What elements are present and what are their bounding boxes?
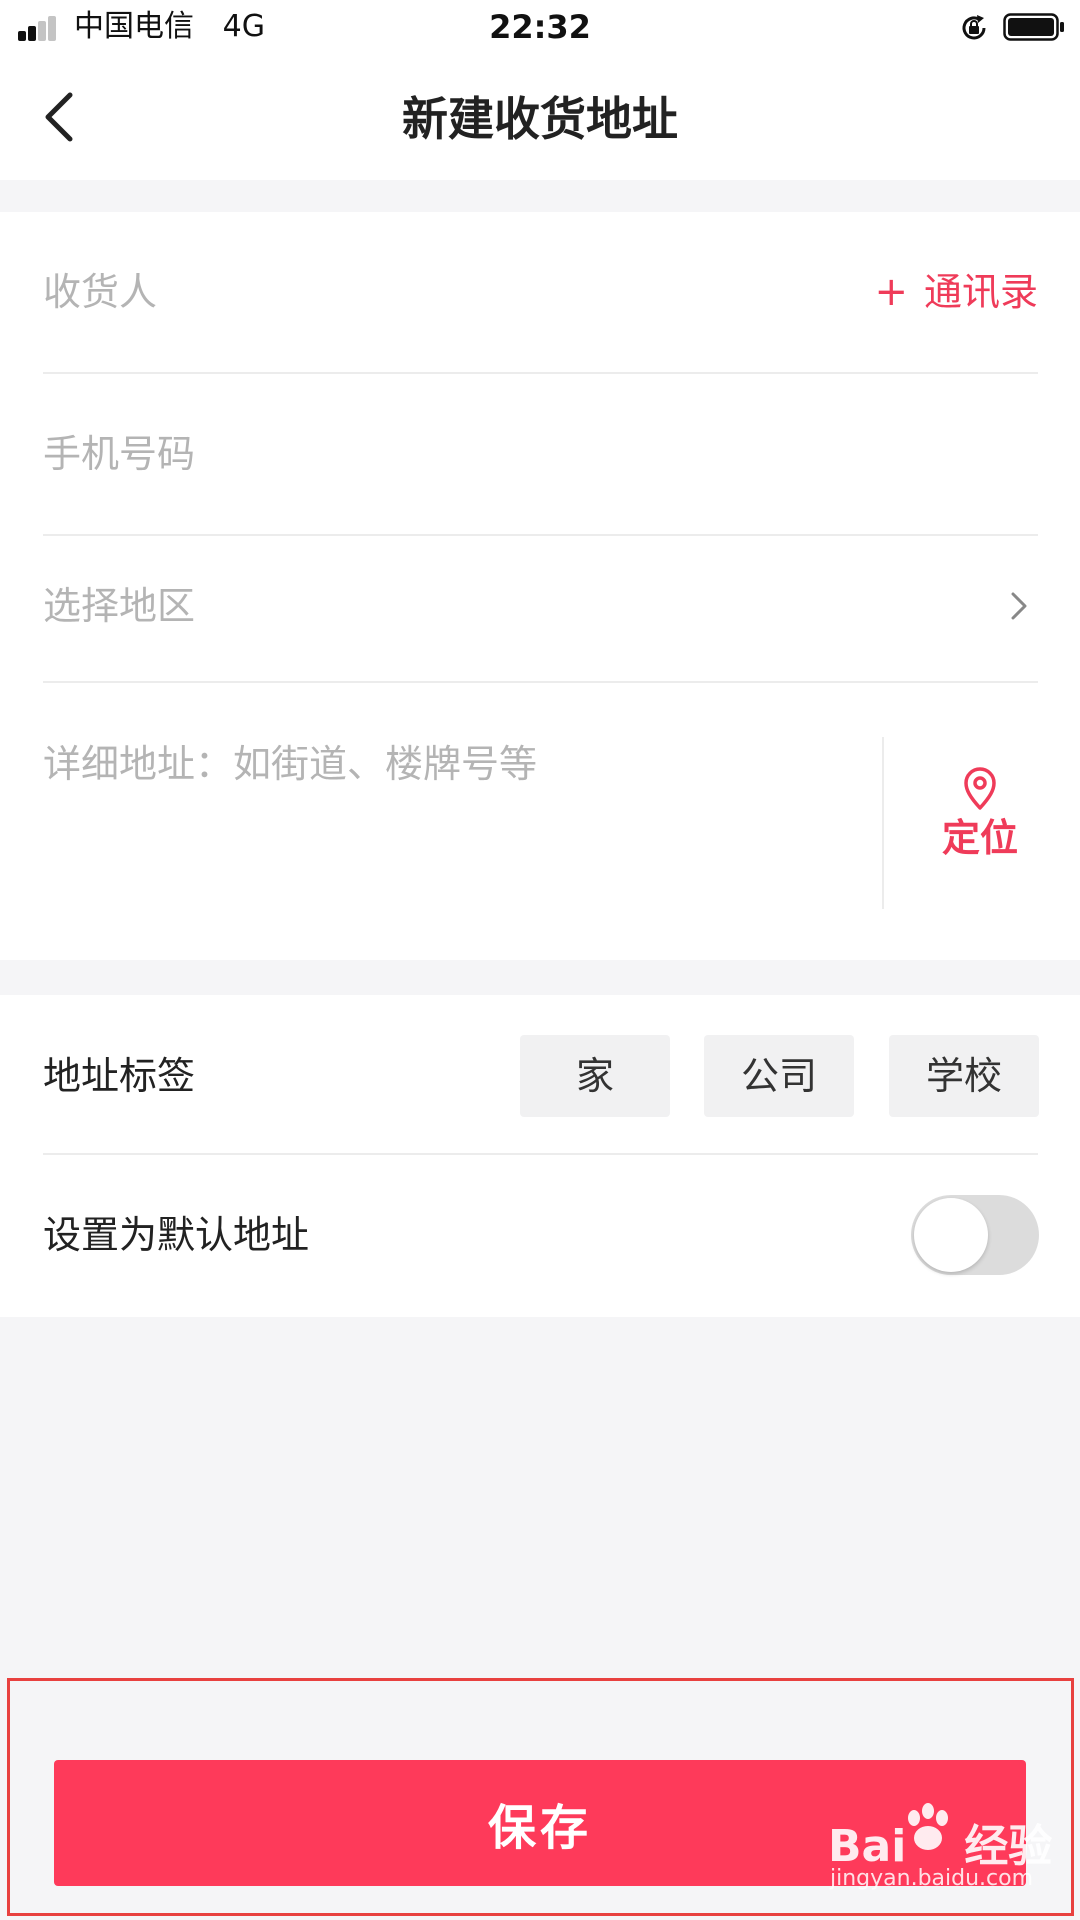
location-pin-icon: [964, 767, 996, 810]
tag-school-button[interactable]: 学校: [889, 1035, 1039, 1117]
watermark-url: jingyan.baidu.com: [830, 1866, 1034, 1891]
divider: [43, 534, 1038, 536]
region-selector[interactable]: 选择地区: [43, 576, 1038, 636]
phone-row: [43, 424, 1038, 484]
status-time: 22:32: [489, 8, 591, 46]
default-address-label: 设置为默认地址: [43, 1213, 310, 1257]
contacts-label: 通讯录: [923, 270, 1038, 314]
locate-label: 定位: [941, 816, 1018, 860]
address-tag-label: 地址标签: [43, 1054, 196, 1098]
divider: [43, 372, 1038, 374]
baidu-watermark: Bai 经验 jingyan.baidu.com: [828, 1800, 1078, 1900]
locate-button[interactable]: 定位: [890, 767, 1070, 887]
recipient-input[interactable]: [43, 262, 803, 322]
phone-input[interactable]: [43, 424, 803, 484]
region-label: 选择地区: [43, 584, 196, 628]
divider: [43, 1153, 1038, 1155]
address-form: + 通讯录 选择地区 定位: [0, 212, 1080, 960]
tag-home-button[interactable]: 家: [520, 1035, 670, 1117]
toggle-knob: [914, 1198, 988, 1272]
plus-icon: +: [874, 269, 908, 315]
tag-company-button[interactable]: 公司: [704, 1035, 854, 1117]
paw-icon: [908, 1803, 948, 1850]
status-bar: 中国电信 4G 22:32: [0, 0, 1080, 55]
battery-icon: [1003, 13, 1064, 41]
chevron-right-icon: [1011, 592, 1027, 620]
address-options: 地址标签 家 公司 学校 设置为默认地址: [0, 995, 1080, 1317]
detail-address-input[interactable]: [43, 737, 843, 907]
page-title: 新建收货地址: [402, 92, 678, 146]
recipient-row: + 通讯录: [43, 262, 1038, 322]
default-address-toggle[interactable]: [911, 1195, 1039, 1275]
vertical-divider: [882, 737, 884, 909]
navigation-bar: 新建收货地址: [0, 55, 1080, 180]
contacts-button[interactable]: + 通讯录: [874, 262, 1038, 322]
rotation-lock-icon: [962, 15, 986, 40]
divider: [43, 681, 1038, 683]
